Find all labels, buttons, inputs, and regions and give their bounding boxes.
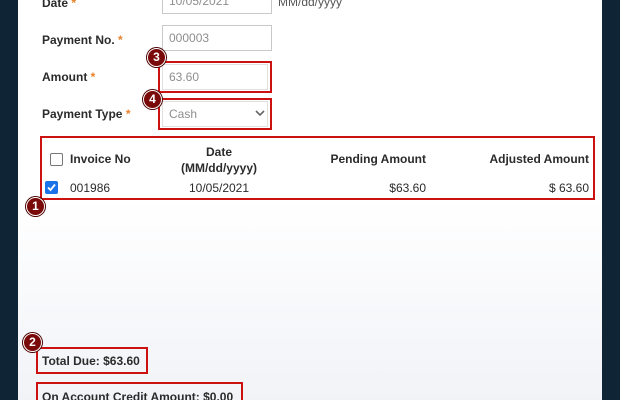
payment-type-selected-value: Cash xyxy=(169,107,198,121)
payment-type-label-text: Payment Type xyxy=(42,107,123,121)
payment-no-required-mark: * xyxy=(118,33,123,47)
amount-input-value: 63.60 xyxy=(169,70,200,84)
annotation-badge-2: 2 xyxy=(23,333,42,352)
amount-label-text: Amount xyxy=(42,70,88,84)
amount-required-mark: * xyxy=(90,70,96,84)
payment-type-select[interactable]: Cash xyxy=(162,101,268,127)
annotation-badge-1: 1 xyxy=(26,197,45,216)
header-date-line2: (MM/dd/yyyy) xyxy=(180,161,257,175)
date-input[interactable]: 10/05/2021 xyxy=(162,0,272,14)
payment-no-input-value: 000003 xyxy=(169,31,210,45)
header-date: Date (MM/dd/yyyy) xyxy=(168,144,270,176)
check-icon xyxy=(47,183,56,192)
date-required-mark: * xyxy=(71,0,77,10)
date-label-text: Date xyxy=(42,0,69,10)
payment-type-label: Payment Type * xyxy=(42,107,131,121)
row-adjusted-amount: $ 63.60 xyxy=(548,181,589,195)
payment-no-label: Payment No. * xyxy=(42,33,123,47)
header-invoice-no: Invoice No xyxy=(70,152,131,166)
amount-input[interactable]: 63.60 xyxy=(162,64,268,90)
date-label: Date * xyxy=(42,0,76,10)
payment-no-label-text: Payment No. xyxy=(42,33,115,47)
date-format-hint: MM/dd/yyyy xyxy=(278,0,343,9)
total-due: Total Due: $63.60 xyxy=(42,354,140,368)
row-invoice-no: 001986 xyxy=(70,181,111,195)
header-date-line1: Date xyxy=(205,145,232,159)
row-date: 10/05/2021 xyxy=(188,181,250,195)
annotation-badge-3: 3 xyxy=(147,48,166,67)
payment-type-required-mark: * xyxy=(125,107,131,121)
select-all-checkbox[interactable] xyxy=(50,153,63,166)
amount-label: Amount * xyxy=(42,70,95,84)
row-checkbox[interactable] xyxy=(45,181,58,194)
row-pending-amount: $63.60 xyxy=(389,181,426,195)
date-input-value: 10/05/2021 xyxy=(169,0,230,8)
annotation-badge-4: 4 xyxy=(143,90,162,109)
header-adjusted-amount: Adjusted Amount xyxy=(489,152,589,166)
on-account-credit: On Account Credit Amount: $0.00 xyxy=(42,390,234,400)
chevron-down-icon xyxy=(255,110,265,117)
payment-form-panel: Date * 10/05/2021 MM/dd/yyyy Payment No.… xyxy=(18,0,602,400)
header-pending-amount: Pending Amount xyxy=(330,152,426,166)
payment-no-input[interactable]: 000003 xyxy=(162,25,272,51)
